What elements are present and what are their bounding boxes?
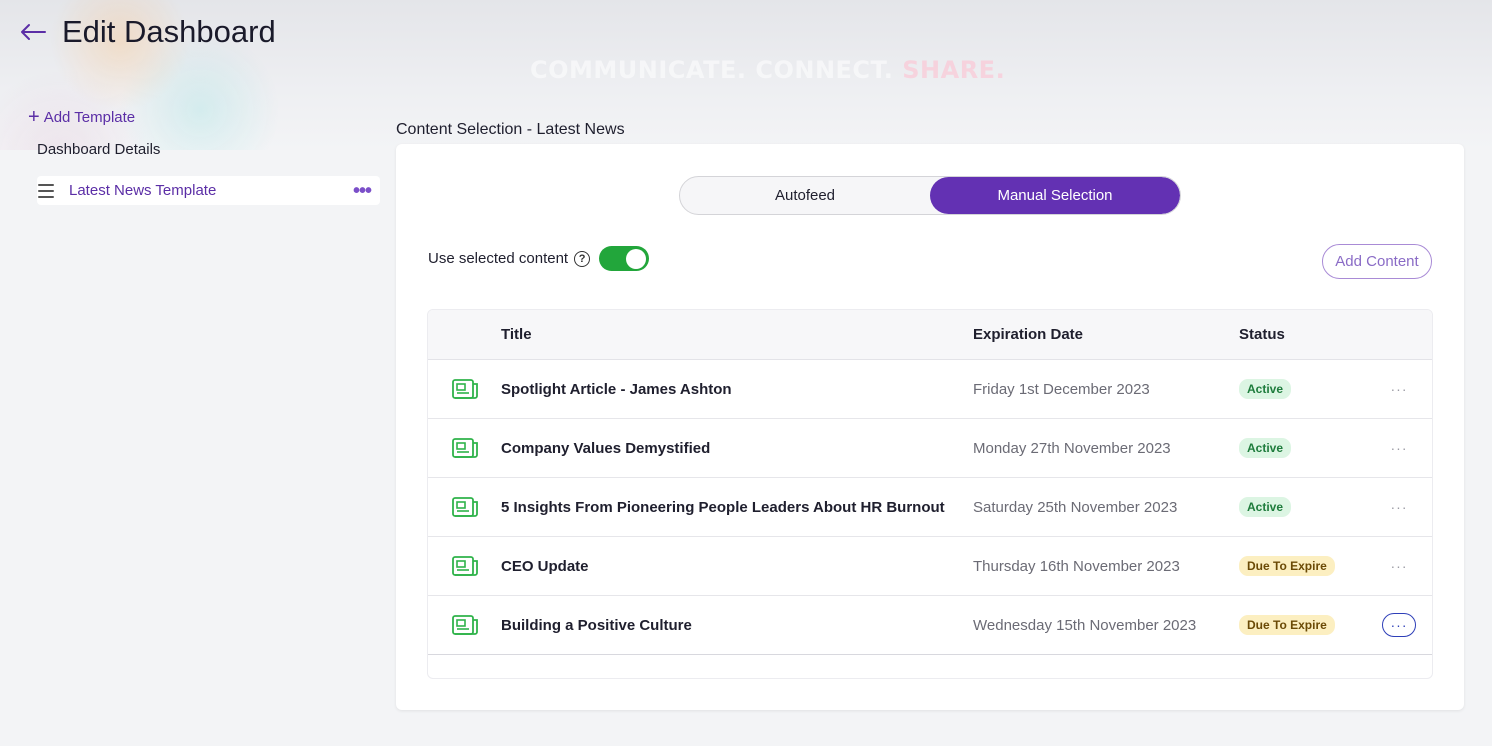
hero-tagline-accent: SHARE.	[902, 56, 1006, 84]
table-row[interactable]: 5 Insights From Pioneering People Leader…	[428, 478, 1432, 537]
add-content-button[interactable]: Add Content	[1322, 244, 1432, 279]
status-badge: Active	[1239, 379, 1292, 399]
row-more-options-icon[interactable]: ···	[1382, 495, 1416, 519]
table-row[interactable]: Company Values Demystified Monday 27th N…	[428, 419, 1432, 478]
row-title: Building a Positive Culture	[501, 616, 692, 634]
page-title: Edit Dashboard	[62, 14, 276, 49]
column-header-expiration[interactable]: Expiration Date	[973, 326, 1239, 343]
use-selected-content-row: Use selected content ?	[428, 246, 650, 271]
arrow-left-icon[interactable]	[18, 17, 48, 47]
page-header: Edit Dashboard	[18, 14, 276, 50]
news-article-icon	[451, 615, 478, 635]
more-options-icon[interactable]: •••	[353, 181, 372, 201]
row-title: 5 Insights From Pioneering People Leader…	[501, 498, 945, 516]
row-expiration: Monday 27th November 2023	[973, 439, 1171, 457]
table-row[interactable]: Spotlight Article - James Ashton Friday …	[428, 360, 1432, 419]
news-article-icon	[451, 379, 478, 399]
status-badge: Due To Expire	[1239, 556, 1335, 576]
column-header-title[interactable]: Title	[501, 326, 973, 343]
row-title: Company Values Demystified	[501, 439, 711, 457]
news-article-icon	[451, 438, 478, 458]
toggle-label: Use selected content	[428, 250, 569, 267]
help-icon[interactable]: ?	[574, 250, 591, 267]
add-template-label: Add Template	[43, 108, 136, 126]
row-expiration: Friday 1st December 2023	[973, 380, 1150, 398]
toggle-knob	[626, 248, 647, 269]
row-more-options-icon[interactable]: ···	[1382, 377, 1416, 401]
drag-handle-icon[interactable]	[38, 183, 54, 198]
hero-tagline-main: COMMUNICATE. CONNECT.	[530, 56, 903, 84]
row-expiration: Thursday 16th November 2023	[973, 557, 1180, 575]
status-badge: Active	[1239, 438, 1292, 458]
status-badge: Due To Expire	[1239, 615, 1335, 635]
row-expiration: Wednesday 15th November 2023	[973, 616, 1197, 634]
plus-icon: +	[28, 106, 40, 128]
row-title: Spotlight Article - James Ashton	[501, 380, 732, 398]
row-more-options-icon[interactable]: ···	[1382, 554, 1416, 578]
tab-manual-selection[interactable]: Manual Selection	[930, 177, 1180, 214]
use-selected-content-toggle[interactable]	[599, 246, 650, 271]
add-template-button[interactable]: + Add Template	[28, 106, 136, 128]
row-more-options-icon[interactable]: ···	[1382, 436, 1416, 460]
content-table: Title Expiration Date Status Spotlight A…	[427, 309, 1433, 679]
hero-tagline: COMMUNICATE. CONNECT. SHARE.	[530, 56, 1005, 84]
sidebar-item-label: Latest News Template	[69, 182, 217, 199]
selection-mode-switch: Autofeed Manual Selection	[679, 176, 1181, 215]
section-title: Content Selection - Latest News	[396, 121, 625, 138]
content-selection-card: Autofeed Manual Selection Use selected c…	[396, 144, 1464, 710]
news-article-icon	[451, 497, 478, 517]
row-title: CEO Update	[501, 557, 589, 575]
row-more-options-icon[interactable]: ···	[1382, 613, 1416, 637]
table-header: Title Expiration Date Status	[428, 310, 1432, 360]
tab-autofeed[interactable]: Autofeed	[680, 177, 930, 214]
table-row[interactable]: CEO Update Thursday 16th November 2023 D…	[428, 537, 1432, 596]
sidebar-item-latest-news-template[interactable]: Latest News Template •••	[37, 176, 380, 205]
edit-dashboard-page: COMMUNICATE. CONNECT. SHARE. Edit Dashbo…	[0, 0, 1492, 746]
column-header-status[interactable]: Status	[1239, 326, 1364, 343]
dashboard-details-link[interactable]: Dashboard Details	[37, 141, 160, 158]
news-article-icon	[451, 556, 478, 576]
table-row[interactable]: Building a Positive Culture Wednesday 15…	[428, 596, 1432, 655]
row-expiration: Saturday 25th November 2023	[973, 498, 1178, 516]
status-badge: Active	[1239, 497, 1292, 517]
